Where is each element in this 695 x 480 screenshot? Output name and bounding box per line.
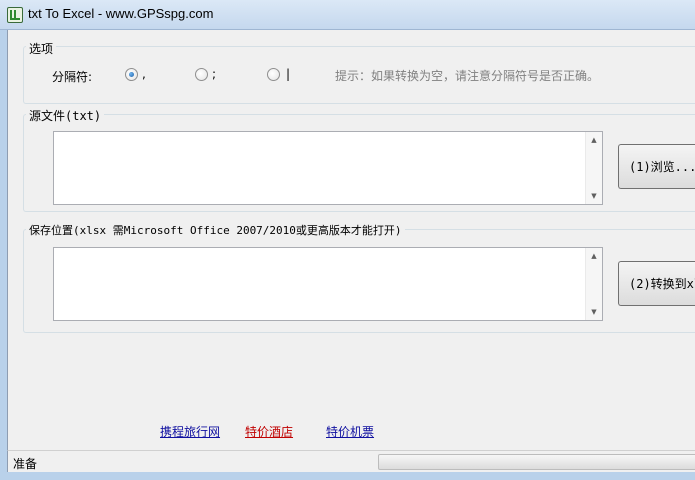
convert-button[interactable]: (2)转换到xlsx: [618, 261, 695, 306]
source-file-scrollbar[interactable]: ▲ ▼: [585, 132, 602, 204]
window-frame-bottom: [0, 472, 695, 480]
separator-radio-semicolon-label[interactable]: ;: [212, 67, 216, 81]
scroll-down-icon[interactable]: ▼: [586, 304, 602, 320]
separator-radio-pipe[interactable]: [267, 68, 280, 81]
separator-label: 分隔符:: [52, 70, 93, 84]
scroll-up-icon[interactable]: ▲: [586, 132, 602, 148]
link-hotel-deals[interactable]: 特价酒店: [245, 423, 293, 440]
scroll-down-icon[interactable]: ▼: [586, 188, 602, 204]
excel-app-icon: [7, 7, 23, 23]
title-bar[interactable]: txt To Excel - www.GPSspg.com: [0, 0, 695, 30]
link-ctrip[interactable]: 携程旅行网: [160, 423, 220, 440]
source-file-input[interactable]: ▲ ▼: [53, 131, 603, 205]
status-text: 准备: [13, 457, 38, 471]
save-location-input[interactable]: ▲ ▼: [53, 247, 603, 321]
separator-radio-semicolon[interactable]: [195, 68, 208, 81]
window-title: txt To Excel - www.GPSspg.com: [28, 6, 214, 21]
main-panel: 选项 分隔符: , ; | 提示：如果转换为空，请注意分隔符号是否正确。 源文件…: [7, 30, 695, 450]
separator-radio-pipe-label[interactable]: |: [286, 67, 290, 81]
progress-bar: [378, 454, 695, 470]
separator-hint: 提示：如果转换为空，请注意分隔符号是否正确。: [335, 69, 600, 83]
browse-button[interactable]: (1)浏览...: [618, 144, 695, 189]
source-file-group-title: 源文件(txt): [26, 107, 105, 124]
save-location-scrollbar[interactable]: ▲ ▼: [585, 248, 602, 320]
status-bar: 准备: [7, 450, 695, 473]
link-flight-deals[interactable]: 特价机票: [326, 423, 374, 440]
separator-radio-comma-label[interactable]: ,: [142, 67, 146, 81]
options-group-title: 选项: [26, 40, 57, 57]
separator-radio-comma[interactable]: [125, 68, 138, 81]
scroll-up-icon[interactable]: ▲: [586, 248, 602, 264]
save-location-group-title: 保存位置(xlsx 需Microsoft Office 2007/2010或更高…: [26, 222, 405, 238]
